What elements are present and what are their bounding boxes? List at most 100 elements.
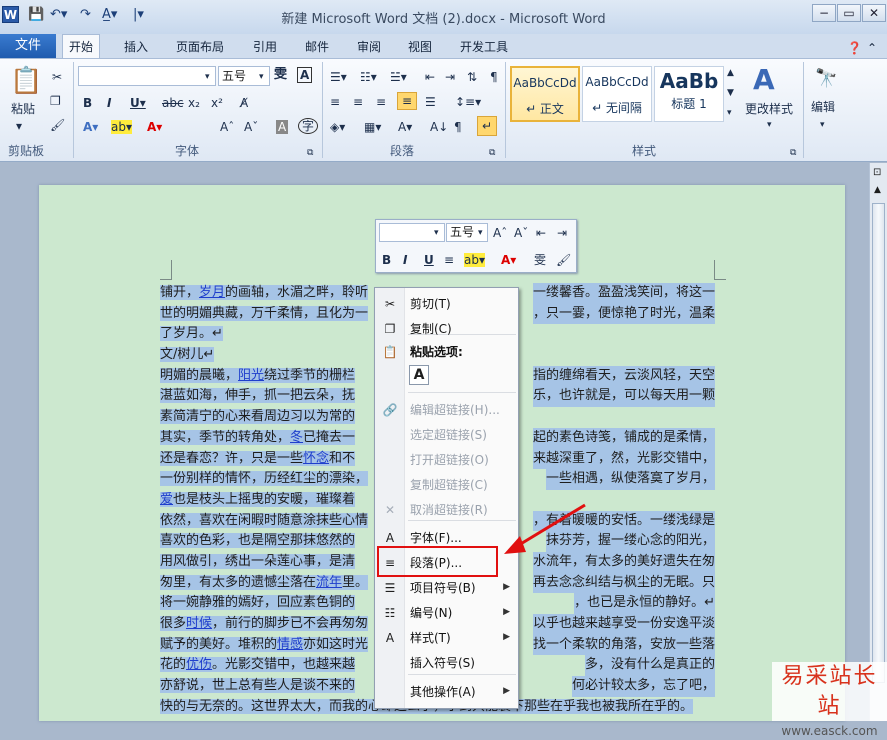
increase-indent-icon[interactable]: ⇥ [445, 70, 455, 84]
context-menu-item[interactable]: 其他操作(A) ▶ [375, 680, 518, 704]
hyperlink-text[interactable]: 冬 [290, 430, 303, 445]
tab-review[interactable]: 审阅 [357, 38, 381, 58]
mini-phonetic-icon[interactable]: 雯 [534, 253, 546, 267]
selected-text[interactable]: 明媚的晨曦，阳光绕过季节的栅栏 [160, 367, 356, 383]
context-menu-item[interactable]: ☰ 项目符号(B) ▶ [375, 576, 518, 600]
context-menu-item[interactable]: A 样式(T) ▶ [375, 626, 518, 650]
selected-text[interactable]: 湛蓝如海，伸手，抓一把云朵，抚 [160, 388, 356, 404]
grow-font-icon[interactable]: Aˆ [220, 120, 234, 134]
superscript-icon[interactable]: x² [211, 96, 223, 110]
styles-scroll-up-icon[interactable]: ▲ [727, 66, 734, 80]
selected-text[interactable]: 还是春恋？许，只是一些怀念和不 [160, 450, 356, 466]
tab-view[interactable]: 视图 [408, 38, 432, 58]
paste-label[interactable]: 粘贴 [11, 102, 35, 116]
selected-text[interactable]: 世的明媚典藏，万千柔情，且化为一 [160, 305, 369, 321]
selected-text[interactable]: 花的优伤。光影交错中，也越来越 [160, 657, 356, 673]
paragraph-mark-toggle-icon[interactable]: ↵ [477, 116, 498, 136]
selected-text-right[interactable]: 来越深重了，然，光影交错中， [532, 448, 715, 470]
tab-developer[interactable]: 开发工具 [460, 38, 508, 58]
tab-home[interactable]: 开始 [62, 34, 101, 59]
context-menu-item[interactable]: ☷ 编号(N) ▶ [375, 601, 518, 625]
selected-text[interactable]: 一份别样的情怀，历经红尘的漂染， [160, 471, 369, 487]
selected-text-right[interactable]: 一缕馨香。盈盈浅笑间，将这一 [532, 283, 715, 304]
distributed-icon[interactable]: ☰ [425, 95, 436, 109]
sort-paragraph-icon[interactable]: A↓ [430, 120, 448, 134]
selected-text-right[interactable]: 指的缠绵看天，云淡风轻，天空 [532, 365, 715, 387]
mini-format-painter-icon[interactable]: 🖌 [556, 253, 571, 267]
selected-text-right[interactable]: 以乎也越来越享受一份安逸平淡 [532, 614, 715, 635]
font-size-dropdown-icon[interactable]: ▾ [259, 70, 264, 84]
mini-font-color-icon[interactable]: A▾ [501, 253, 516, 267]
ruler-toggle-icon[interactable]: ⊡ [873, 167, 881, 178]
selected-text[interactable]: 其实，季节的转角处，冬已掩去一 [160, 429, 356, 445]
selected-text[interactable]: 依然，喜欢在闲暇时随意涂抹些心情 [160, 512, 369, 528]
mini-italic-icon[interactable]: I [403, 253, 407, 267]
selected-text-right[interactable]: ，也已是永恒的静好。↵ [574, 593, 715, 614]
selected-text[interactable]: 爱也是枝头上摇曳的安暖，璀璨着 [160, 491, 356, 507]
selected-text-right[interactable]: 何必计较太多，忘了吧， [571, 676, 715, 697]
mini-font-name-dropdown-icon[interactable]: ▾ [434, 226, 439, 240]
find-icon[interactable]: 🔭 [815, 68, 837, 90]
show-marks-icon[interactable]: ¶ [490, 70, 498, 84]
mini-grow-font-icon[interactable]: Aˆ [493, 226, 507, 240]
scroll-up-icon[interactable]: ▲ [874, 185, 881, 195]
close-button[interactable]: ✕ [862, 4, 886, 22]
selected-text-right[interactable]: 找一个柔软的角落，安放一些落 [532, 634, 715, 656]
phonetic-guide-icon[interactable]: 雯 [274, 68, 287, 82]
borders-icon[interactable]: ▦▾ [364, 120, 381, 134]
clear-formatting-icon[interactable]: A̸ [240, 96, 248, 110]
style-heading-1[interactable]: AaBb 标题 1 [654, 66, 724, 122]
selected-text[interactable]: 铺开，岁月的画轴，水湄之畔，聆听 [160, 285, 369, 300]
maximize-button[interactable]: ▭ [837, 4, 861, 22]
tab-file[interactable]: 文件 [0, 34, 56, 58]
text-effects-icon[interactable]: A▾ [83, 120, 98, 134]
selected-text[interactable]: 素简清宁的心来看周边习以为常的 [160, 409, 356, 425]
context-menu-item[interactable]: ✂ 剪切(T) [375, 292, 518, 316]
tab-page-layout[interactable]: 页面布局 [176, 38, 224, 58]
selected-text[interactable]: 喜欢的色彩，也是隔空那抹悠然的 [160, 533, 356, 549]
selected-text[interactable]: 文/树儿↵ [160, 347, 215, 363]
selected-text[interactable]: 赋予的美好。堆积的情感亦如这时光 [160, 636, 369, 652]
align-right-icon[interactable]: ≡ [376, 95, 386, 109]
character-border-icon[interactable]: A [297, 67, 313, 83]
selected-text-right[interactable]: 一些相遇，纵使落寞了岁月， [545, 469, 715, 490]
shrink-font-icon[interactable]: Aˇ [244, 120, 258, 134]
justify-icon[interactable]: ≡ [397, 92, 418, 110]
multilevel-list-icon[interactable]: ☱▾ [390, 70, 407, 84]
hyperlink-text[interactable]: 爱 [160, 492, 173, 507]
change-styles-dropdown-icon[interactable]: ▾ [767, 118, 772, 132]
paragraph-dialog-launcher-icon[interactable]: ⧉ [489, 146, 495, 160]
sort-icon[interactable]: ⇅ [467, 70, 477, 84]
mini-bold-icon[interactable]: B [382, 253, 391, 267]
selected-text[interactable]: 将一婉静雅的嫣好，回应素色铜的 [160, 595, 356, 611]
selected-text[interactable]: 亦舒说，世上总有些人是谈不来的 [160, 678, 356, 694]
vertical-scrollbar[interactable]: ⊡ ▲ [869, 163, 887, 721]
selected-text[interactable]: 了岁月。↵ [160, 326, 223, 342]
hyperlink-text[interactable]: 岁月 [199, 285, 225, 300]
styles-scroll-down-icon[interactable]: ▼ [727, 86, 734, 100]
editing-label[interactable]: 编辑 [811, 100, 835, 114]
mini-increase-indent-icon[interactable]: ⇥ [557, 226, 567, 240]
style-normal[interactable]: AaBbCcDd ↵ 正文 [510, 66, 580, 122]
hyperlink-text[interactable]: 时候 [186, 616, 212, 631]
copy-icon[interactable]: ❐ [50, 94, 61, 108]
tab-mailings[interactable]: 邮件 [305, 38, 329, 58]
character-shading-icon[interactable]: A [276, 120, 289, 134]
style-no-spacing[interactable]: AaBbCcDd ↵ 无间隔 [582, 66, 652, 122]
format-painter-icon[interactable]: 🖌 [50, 118, 65, 132]
keep-text-only-icon[interactable]: A [409, 365, 429, 385]
hyperlink-text[interactable]: 情感 [277, 637, 303, 652]
strikethrough-icon[interactable]: abc [162, 96, 184, 110]
mini-underline-icon[interactable]: U [424, 253, 434, 267]
font-name-dropdown-icon[interactable]: ▾ [205, 70, 210, 84]
mini-decrease-indent-icon[interactable]: ⇤ [536, 226, 546, 240]
context-menu-item[interactable]: 插入符号(S) [375, 651, 518, 675]
mini-shrink-font-icon[interactable]: Aˇ [514, 226, 528, 240]
context-menu-item[interactable]: 📋 粘贴选项: [375, 340, 518, 364]
selected-text[interactable]: 匆里，有太多的遗憾尘落在流年里。 [160, 574, 369, 590]
hyperlink-text[interactable]: 怀念 [303, 451, 329, 466]
mini-center-icon[interactable]: ≡ [444, 253, 454, 267]
bullets-icon[interactable]: ☰▾ [330, 70, 347, 84]
context-menu-item[interactable]: ❐ 复制(C) [375, 317, 518, 341]
selected-text-right[interactable]: 多，没有什么是真正的 [584, 655, 715, 677]
